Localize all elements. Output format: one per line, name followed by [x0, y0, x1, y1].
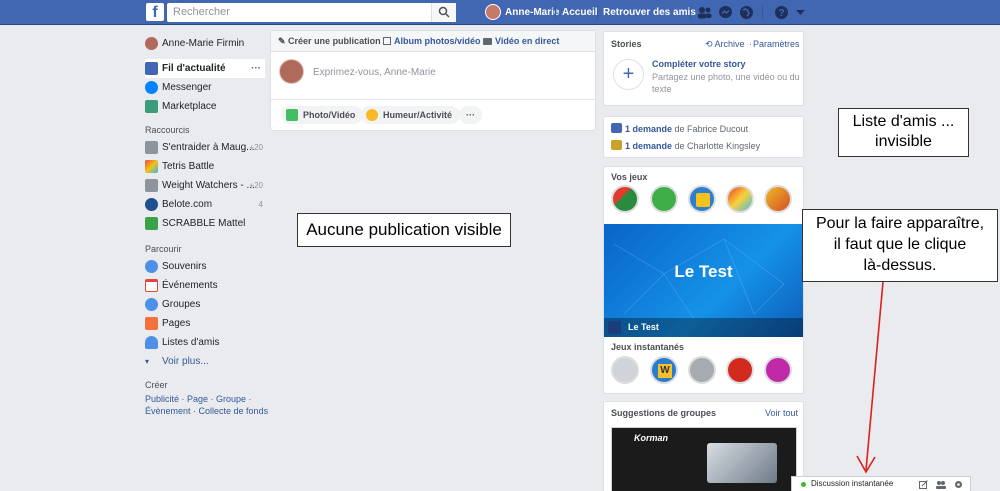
compose-message-icon[interactable] [919, 480, 928, 489]
new-group-icon[interactable] [936, 480, 946, 489]
chat-label: Discussion instantanée [811, 479, 894, 488]
annotation-arrow [856, 281, 884, 474]
chat-bar[interactable]: Discussion instantanée [791, 476, 971, 491]
gear-icon[interactable] [954, 480, 963, 489]
online-status-icon [801, 482, 806, 487]
